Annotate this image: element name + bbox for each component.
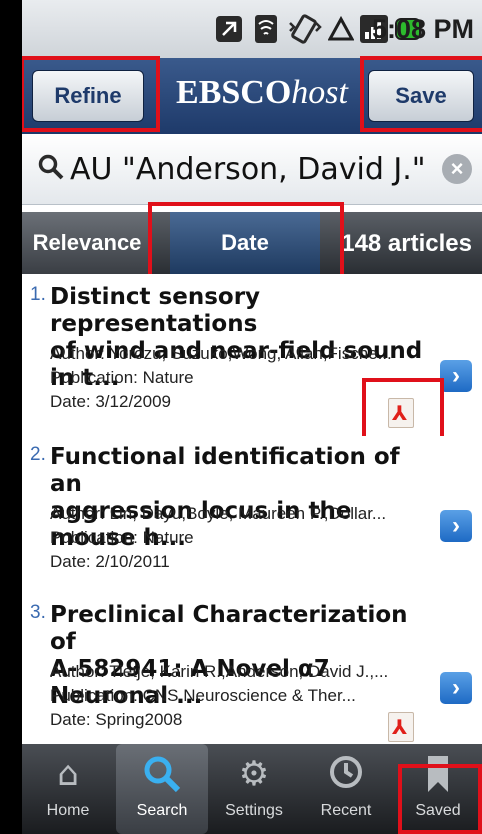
item-number: 1.	[30, 284, 46, 305]
nav-home[interactable]: ⌂ Home	[22, 744, 114, 834]
results-count: 148 articles	[341, 230, 472, 257]
brand-bold: EBSCO	[176, 74, 292, 111]
search-icon	[38, 154, 64, 180]
item-publication: Publication: Nature	[50, 528, 194, 547]
item-date: Date: Spring2008	[50, 710, 183, 729]
highlight-saved	[398, 764, 482, 834]
item-number: 2.	[30, 444, 46, 465]
nav-settings[interactable]: ⚙ Settings	[208, 744, 300, 834]
item-author: Author: Lin, Dayu,Boyle, Maureen P.,Doll…	[50, 504, 387, 523]
item-author: Author: Yorozu, Suzuko,Wong, Allan,Fisch…	[50, 344, 392, 363]
item-number: 3.	[30, 602, 46, 623]
nav-label: Search	[136, 802, 188, 819]
chevron-right-icon[interactable]: ›	[440, 672, 472, 704]
data-icon	[327, 12, 355, 46]
wifi-icon	[252, 12, 280, 46]
nav-label: Home	[46, 802, 90, 819]
search-bar[interactable]: AU "Anderson, David J." ×	[22, 134, 482, 205]
pdf-icon[interactable]: ⅄	[388, 712, 414, 742]
vibrate-icon	[284, 12, 324, 46]
app-logo: EBSCOhost	[162, 74, 362, 112]
brand-italic: host	[291, 74, 348, 111]
status-time: 5:08 PM	[371, 14, 474, 44]
chevron-right-icon[interactable]: ›	[440, 510, 472, 542]
chevron-right-icon[interactable]: ›	[440, 360, 472, 392]
clock-icon	[300, 754, 392, 798]
nav-label: Settings	[225, 802, 283, 819]
app-screen: 5:08 PM Refine EBSCOhost Save AU "Anders…	[22, 0, 482, 834]
item-author: Author: Tietje, Karin R.,Anderson, David…	[50, 662, 389, 681]
nav-search[interactable]: Search	[116, 744, 208, 834]
nav-recent[interactable]: Recent	[300, 744, 392, 834]
nfc-icon	[212, 12, 246, 46]
item-date: Date: 2/10/2011	[50, 552, 170, 571]
highlight-refine	[22, 56, 160, 132]
home-icon: ⌂	[57, 754, 79, 794]
clear-search-icon[interactable]: ×	[442, 154, 472, 184]
list-item[interactable]: 2. Functional identification of an aggres…	[22, 436, 482, 591]
search-icon	[116, 754, 208, 798]
item-title-line1: Distinct sensory representations	[50, 284, 261, 337]
search-query[interactable]: AU "Anderson, David J."	[70, 152, 426, 187]
highlight-save	[360, 56, 482, 132]
highlight-date-tab	[148, 202, 344, 280]
status-bar: 5:08 PM	[22, 0, 482, 58]
nav-label: Recent	[320, 802, 372, 819]
item-title-line1: Preclinical Characterization of	[50, 602, 408, 655]
results-list: 1. Distinct sensory representations of wi…	[22, 274, 482, 750]
item-title-line1: Functional identification of an	[50, 444, 400, 497]
item-publication: Publication: CNS Neuroscience & Ther...	[50, 686, 356, 705]
list-item[interactable]: 3. Preclinical Characterization of A-5829…	[22, 590, 482, 750]
tab-relevance[interactable]: Relevance	[22, 212, 152, 274]
gear-icon: ⚙	[238, 754, 270, 794]
